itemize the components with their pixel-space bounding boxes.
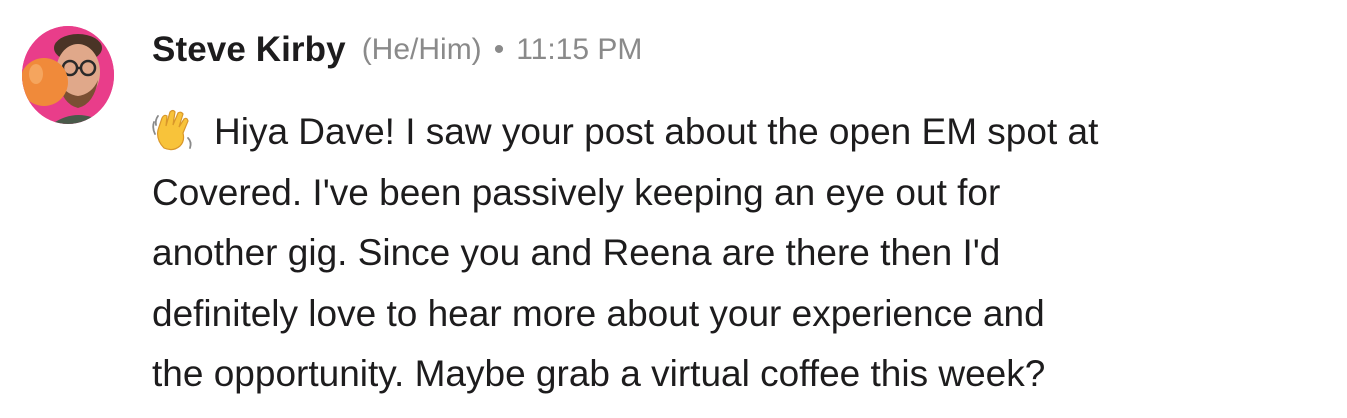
chat-message: Steve Kirby (He/Him) • 11:15 PM Hiya Dav… [0,0,1347,418]
message-line-text: Hiya Dave! I saw your post about the ope… [214,111,1099,152]
message-line: Covered. I've been passively keeping an … [152,171,1001,213]
message-timestamp[interactable]: 11:15 PM [516,33,642,67]
message-line: Hiya Dave! I saw your post about the ope… [152,102,1302,163]
message-line: the opportunity. Maybe grab a virtual co… [152,353,1046,394]
message-header: Steve Kirby (He/Him) • 11:15 PM [152,26,642,74]
waving-hand-icon [152,108,194,152]
message-body: Hiya Dave! I saw your post about the ope… [152,102,1302,405]
header-separator: • [493,33,505,66]
author-name[interactable]: Steve Kirby [152,30,346,70]
message-line: another gig. Since you and Reena are the… [152,232,1001,273]
author-pronouns: (He/Him) [361,33,482,66]
avatar-photo [22,26,114,124]
avatar[interactable] [22,26,114,124]
message-line: definitely love to hear more about your … [152,292,1045,334]
